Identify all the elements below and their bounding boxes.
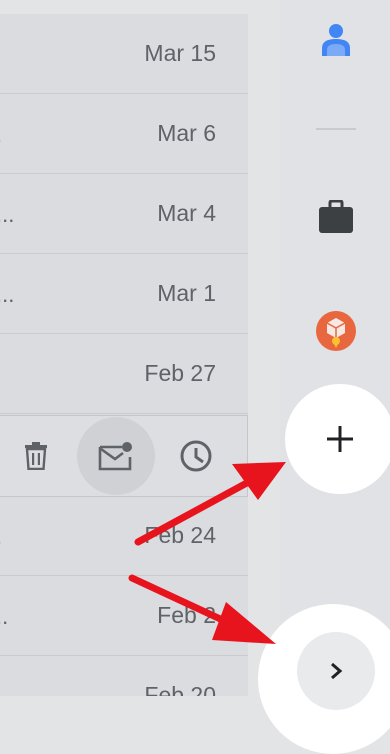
mail-row[interactable]: Feb 27 [0,334,248,414]
mark-unread-button[interactable] [76,416,156,496]
rail-divider [316,128,356,130]
chevron-right-icon [331,662,343,680]
mail-snippet: ... [0,282,15,307]
mail-row[interactable]: ... Mar 4 [0,174,248,254]
contacts-icon[interactable] [321,22,351,58]
briefcase-icon[interactable] [318,200,354,234]
swipe-action-bar [0,415,248,497]
mail-row[interactable]: . Feb 24 [0,496,248,576]
mail-date: Feb 24 [144,522,216,548]
mail-row[interactable]: Mar 15 [0,14,248,94]
mail-date: Mar 6 [157,120,216,146]
trash-icon [25,442,47,470]
mail-row[interactable]: .. Feb 20 [0,656,248,696]
mail-row[interactable]: .. Feb 2 [0,576,248,656]
mail-snippet: ... [0,202,15,227]
mail-snippet: . [0,524,2,550]
mark-unread-icon [98,442,132,471]
mail-date: Feb 20 [144,682,216,696]
mail-row[interactable]: . Mar 6 [0,94,248,174]
mail-date: Feb 2 [157,602,216,628]
mail-list: Mar 15 . Mar 6 ... Mar 4 ... Mar 1 Feb 2… [0,14,248,696]
snooze-clock-icon [180,440,212,472]
delete-button[interactable] [0,416,76,496]
plus-icon [327,426,353,452]
mail-row[interactable]: ... Mar 1 [0,254,248,334]
compose-button[interactable] [285,384,390,494]
map-pin-app-icon[interactable] [315,310,357,352]
mail-snippet: . [0,122,2,148]
snooze-button[interactable] [156,416,236,496]
mail-date: Mar 4 [157,200,216,226]
mail-snippet: .. [0,684,8,696]
mail-date: Mar 15 [144,40,216,66]
expand-button[interactable] [297,632,375,710]
mail-snippet: .. [0,604,9,629]
mail-date: Mar 1 [157,280,216,306]
mail-date: Feb 27 [144,360,216,386]
